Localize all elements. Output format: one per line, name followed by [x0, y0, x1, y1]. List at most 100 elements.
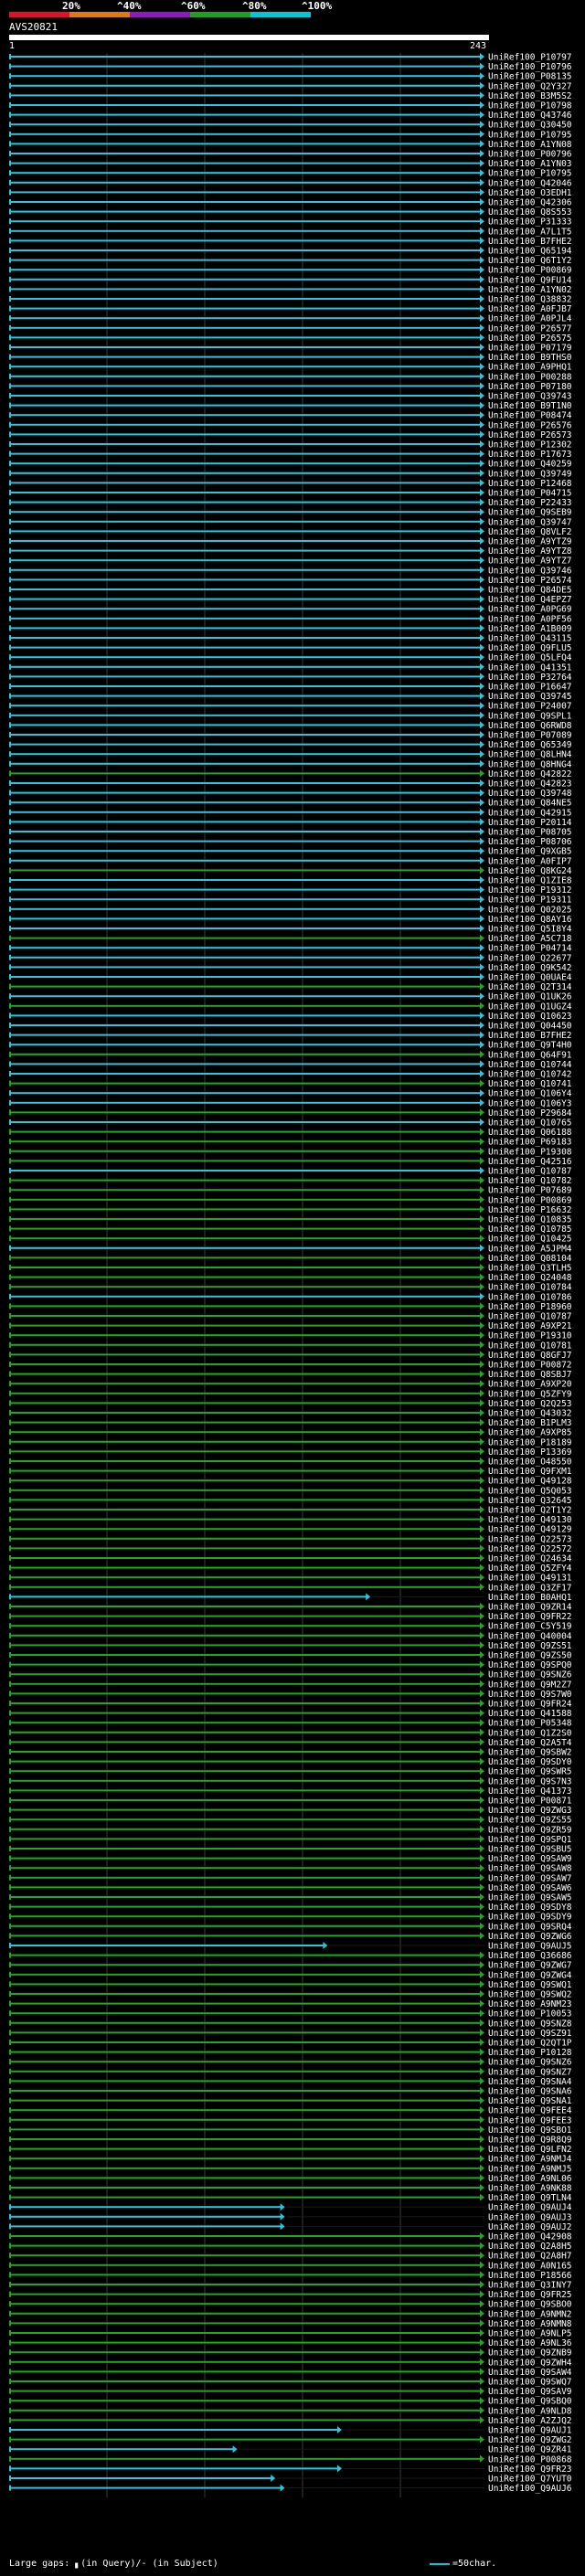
hit-bar[interactable] [9, 1712, 481, 1714]
hit-bar[interactable] [9, 869, 481, 872]
hit-row[interactable]: UniRef100_Q9SAW5 [9, 1893, 572, 1903]
hit-bar[interactable] [9, 1227, 481, 1230]
hit-label[interactable]: UniRef100_Q9SWQ1 [488, 1980, 572, 1990]
hit-row[interactable]: UniRef100_A0FJB7 [9, 304, 572, 314]
hit-label[interactable]: UniRef100_Q39743 [488, 392, 572, 402]
hit-bar[interactable] [9, 501, 481, 504]
hit-bar[interactable] [9, 1469, 481, 1472]
hit-bar[interactable] [9, 1431, 481, 1434]
hit-bar[interactable] [9, 734, 481, 736]
hit-label[interactable]: UniRef100_Q9ZS51 [488, 1641, 572, 1651]
hit-row[interactable]: UniRef100_Q9LFN2 [9, 2145, 572, 2155]
hit-label[interactable]: UniRef100_P19311 [488, 896, 572, 906]
hit-bar[interactable] [9, 1198, 481, 1201]
hit-bar[interactable] [9, 2099, 481, 2102]
hit-row[interactable]: UniRef100_P10797 [9, 53, 572, 63]
hit-label[interactable]: UniRef100_A1YN02 [488, 285, 572, 295]
hit-row[interactable]: UniRef100_Q43746 [9, 111, 572, 121]
hit-label[interactable]: UniRef100_A1YN08 [488, 140, 572, 150]
hit-label[interactable]: UniRef100_Q39747 [488, 517, 572, 527]
hit-row[interactable]: UniRef100_P10128 [9, 2048, 572, 2058]
hit-label[interactable]: UniRef100_P12468 [488, 479, 572, 489]
hit-bar[interactable] [9, 1063, 481, 1065]
hit-bar[interactable] [9, 1886, 481, 1889]
hit-row[interactable]: UniRef100_Q9XGB5 [9, 847, 572, 857]
hit-bar[interactable] [9, 1644, 481, 1647]
hit-label[interactable]: UniRef100_P16632 [488, 1205, 572, 1215]
hit-row[interactable]: UniRef100_Q06188 [9, 1128, 572, 1138]
hit-row[interactable]: UniRef100_Q10786 [9, 1292, 572, 1302]
hit-bar[interactable] [9, 298, 481, 300]
hit-row[interactable]: UniRef100_A5JPM4 [9, 1244, 572, 1254]
hit-bar[interactable] [9, 627, 481, 630]
hit-row[interactable]: UniRef100_Q4EPZ7 [9, 595, 572, 605]
hit-bar[interactable] [9, 568, 481, 571]
hit-bar[interactable] [9, 840, 481, 843]
hit-row[interactable]: UniRef100_Q8AY16 [9, 915, 572, 925]
hit-row[interactable]: UniRef100_P19308 [9, 1147, 572, 1157]
hit-row[interactable]: UniRef100_A1B009 [9, 624, 572, 634]
hit-label[interactable]: UniRef100_P24007 [488, 702, 572, 712]
hit-label[interactable]: UniRef100_Q9ZWG2 [488, 2435, 572, 2445]
hit-bar[interactable] [9, 172, 481, 175]
hit-bar[interactable] [9, 1256, 481, 1259]
hit-row[interactable]: UniRef100_P08706 [9, 837, 572, 847]
hit-bar[interactable] [9, 375, 481, 377]
hit-label[interactable]: UniRef100_A9NMN8 [488, 2319, 572, 2329]
hit-label[interactable]: UniRef100_Q9ZWG6 [488, 1932, 572, 1942]
hit-row[interactable]: UniRef100_Q8VLF2 [9, 527, 572, 537]
hit-bar[interactable] [9, 966, 481, 969]
hit-label[interactable]: UniRef100_Q8HNG4 [488, 759, 572, 769]
hit-row[interactable]: UniRef100_Q9SNZ7 [9, 2067, 572, 2077]
hit-bar[interactable] [9, 675, 481, 678]
hit-bar[interactable] [9, 210, 481, 213]
hit-row[interactable]: UniRef100_P13369 [9, 1447, 572, 1458]
hit-label[interactable]: UniRef100_P08705 [488, 828, 572, 838]
hit-label[interactable]: UniRef100_P19308 [488, 1147, 572, 1157]
hit-bar[interactable] [9, 2012, 481, 2015]
hit-bar[interactable] [9, 239, 481, 242]
hit-row[interactable]: UniRef100_Q9AUJ3 [9, 2212, 572, 2222]
hit-row[interactable]: UniRef100_Q9ZS50 [9, 1651, 572, 1661]
hit-label[interactable]: UniRef100_B7FHE2 [488, 1031, 572, 1041]
hit-row[interactable]: UniRef100_Q9SEB9 [9, 508, 572, 518]
hit-row[interactable]: UniRef100_Q9FEE4 [9, 2106, 572, 2116]
hit-bar[interactable] [9, 56, 481, 58]
hit-label[interactable]: UniRef100_Q9SNZ7 [488, 2067, 572, 2077]
hit-label[interactable]: UniRef100_P18960 [488, 1302, 572, 1312]
hit-label[interactable]: UniRef100_Q5I8Y4 [488, 925, 572, 935]
hit-bar[interactable] [9, 2235, 481, 2237]
hit-label[interactable]: UniRef100_P07689 [488, 1186, 572, 1196]
hit-bar[interactable] [9, 705, 481, 707]
hit-bar[interactable] [9, 2303, 481, 2306]
hit-bar[interactable] [9, 1150, 481, 1152]
hit-row[interactable]: UniRef100_Q84NE5 [9, 799, 572, 809]
hit-label[interactable]: UniRef100_P00869 [488, 1195, 572, 1205]
hit-label[interactable]: UniRef100_P00872 [488, 1361, 572, 1371]
hit-label[interactable]: UniRef100_Q9SWR5 [488, 1767, 572, 1777]
hit-row[interactable]: UniRef100_Q84DE5 [9, 586, 572, 596]
hit-bar[interactable] [9, 1373, 481, 1375]
hit-row[interactable]: UniRef100_Q6T1Y2 [9, 256, 572, 266]
hit-label[interactable]: UniRef100_Q9SAV9 [488, 2387, 572, 2397]
hit-label[interactable]: UniRef100_Q42306 [488, 198, 572, 208]
hit-bar[interactable] [9, 549, 481, 552]
hit-row[interactable]: UniRef100_Q24634 [9, 1554, 572, 1564]
hit-bar[interactable] [9, 2061, 481, 2063]
hit-bar[interactable] [9, 1053, 481, 1055]
hit-label[interactable]: UniRef100_Q49129 [488, 1525, 572, 1535]
hit-row[interactable]: UniRef100_P10796 [9, 62, 572, 72]
hit-row[interactable]: UniRef100_Q2Y327 [9, 81, 572, 91]
hit-row[interactable]: UniRef100_P10795 [9, 169, 572, 179]
hit-bar[interactable] [9, 1799, 481, 1801]
hit-bar[interactable] [9, 1924, 481, 1927]
hit-bar[interactable] [9, 2002, 481, 2005]
hit-label[interactable]: UniRef100_Q9XGB5 [488, 847, 572, 857]
hit-bar[interactable] [9, 1276, 481, 1278]
hit-row[interactable]: UniRef100_O48550 [9, 1458, 572, 1468]
hit-label[interactable]: UniRef100_Q9SNA4 [488, 2077, 572, 2087]
hit-label[interactable]: UniRef100_Q8KG24 [488, 866, 572, 876]
hit-label[interactable]: UniRef100_Q7YUT0 [488, 2475, 572, 2485]
hit-label[interactable]: UniRef100_A0PF56 [488, 614, 572, 624]
hit-label[interactable]: UniRef100_Q9SNA6 [488, 2087, 572, 2097]
